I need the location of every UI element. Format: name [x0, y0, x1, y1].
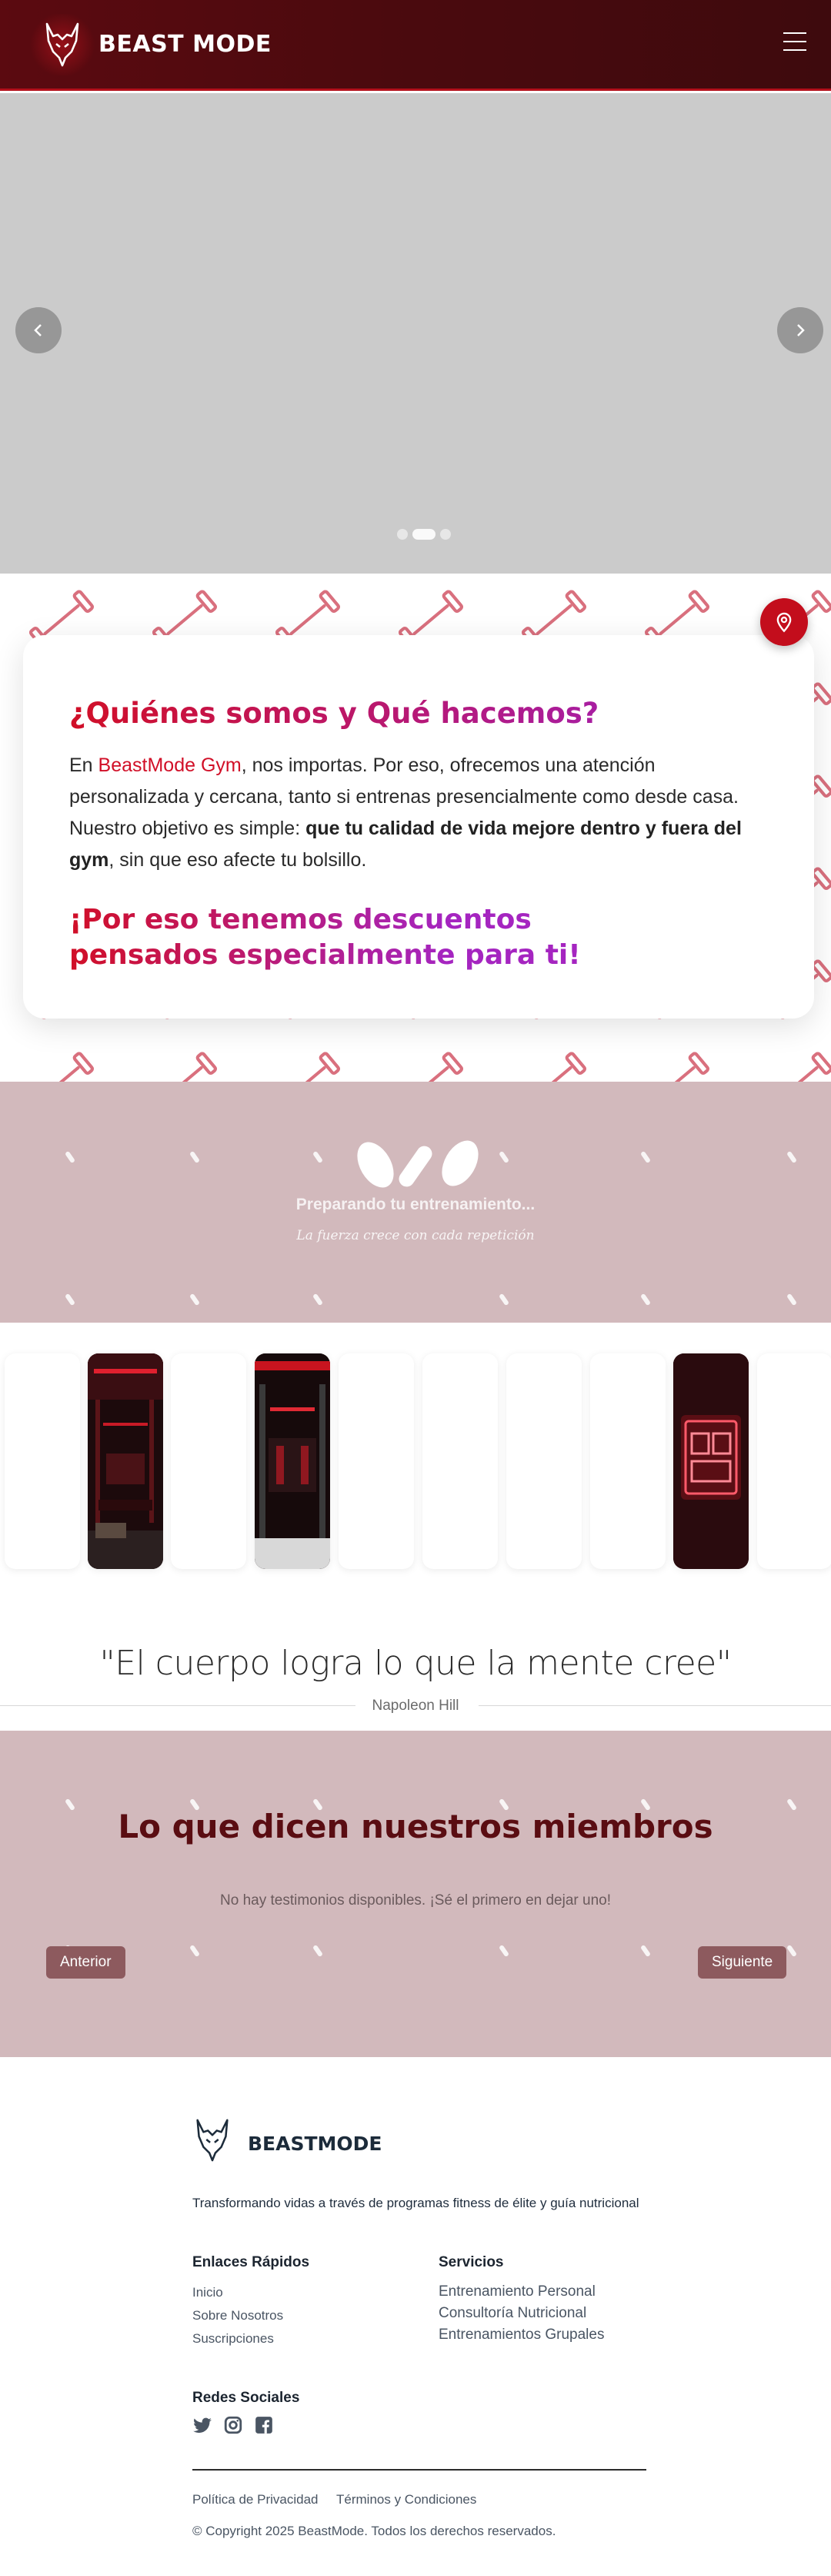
gallery-card-weights[interactable] [255, 1353, 330, 1569]
gym-gallery [0, 1323, 831, 1611]
decorative-streak [639, 1944, 652, 1958]
decorative-streak [639, 1293, 652, 1306]
privacy-policy-link[interactable]: Política de Privacidad [192, 2492, 318, 2507]
decorative-streak [189, 1150, 201, 1164]
gym-photo [88, 1353, 163, 1569]
site-footer: BEASTMODE Transformando vidas a través d… [0, 2057, 831, 2576]
gym-name: BeastMode Gym [98, 754, 242, 776]
footer-link-about[interactable]: Sobre Nosotros [192, 2308, 283, 2323]
loading-subtitle: La fuerza crece con cada repetición [296, 1228, 535, 1243]
chevron-right-icon [797, 324, 805, 336]
facebook-icon[interactable] [254, 2415, 274, 2435]
copyright-text: © Copyright 2025 BeastMode. Todos los de… [192, 2524, 556, 2538]
about-card: ¿Quiénes somos y Qué hacemos? En BeastMo… [23, 635, 814, 1019]
divider-line [479, 1705, 831, 1706]
hero-carousel [0, 93, 831, 574]
decorative-streak [639, 1150, 652, 1164]
about-description: En BeastMode Gym, nos importas. Por eso,… [69, 750, 768, 876]
wolf-logo-icon[interactable] [28, 14, 97, 75]
about-text-suffix: , sin que eso afecte tu bolsillo. [108, 849, 367, 871]
social-heading: Redes Sociales [192, 2390, 300, 2406]
discount-heading: ¡Por eso tenemos descuentos pensados esp… [69, 902, 608, 973]
gallery-card[interactable] [590, 1353, 666, 1569]
decorative-streak [312, 1944, 324, 1958]
hamburger-line [783, 49, 806, 51]
twitter-icon[interactable] [192, 2415, 212, 2435]
decorative-streak [189, 1293, 201, 1306]
decorative-streak [786, 1150, 798, 1164]
footer-link-subscriptions[interactable]: Suscripciones [192, 2331, 274, 2347]
testimonials-section: Lo que dicen nuestros miembros No hay te… [0, 1731, 831, 2057]
gallery-card[interactable] [422, 1353, 498, 1569]
gallery-card[interactable] [171, 1353, 246, 1569]
site-header: BEAST MODE [0, 0, 831, 91]
about-title: ¿Quiénes somos y Qué hacemos? [69, 697, 768, 730]
quick-links-heading: Enlaces Rápidos [192, 2254, 310, 2270]
chevron-left-icon [34, 324, 42, 336]
wolf-logo-icon[interactable] [192, 2117, 232, 2167]
quote-text: "El cuerpo logra lo que la mente cree" [99, 1644, 732, 1683]
hamburger-line [783, 32, 806, 34]
decorative-streak [64, 1150, 76, 1164]
decorative-streak [189, 1944, 201, 1958]
footer-tagline: Transformando vidas a través de programa… [192, 2196, 639, 2210]
instagram-icon[interactable] [223, 2415, 243, 2435]
footer-service-personal-training[interactable]: Entrenamiento Personal [439, 2283, 596, 2300]
quote-section: "El cuerpo logra lo que la mente cree" N… [0, 1611, 831, 1731]
decorative-streak [786, 1293, 798, 1306]
footer-brand: BEASTMODE [248, 2133, 382, 2155]
location-button[interactable] [760, 598, 808, 646]
gallery-card[interactable] [339, 1353, 414, 1569]
previous-button[interactable]: Anterior [46, 1946, 125, 1979]
gym-photo [255, 1353, 330, 1569]
carousel-dot[interactable] [440, 529, 451, 540]
gallery-card-neon-sign[interactable] [673, 1353, 749, 1569]
carousel-dot-active[interactable] [412, 529, 436, 540]
decorative-streak [786, 1944, 798, 1958]
carousel-prev-button[interactable] [15, 307, 62, 353]
loading-title: Preparando tu entrenamiento... [295, 1196, 536, 1213]
decorative-streak [312, 1150, 324, 1164]
footer-divider [192, 2469, 646, 2471]
map-pin-icon [776, 612, 792, 633]
carousel-next-button[interactable] [777, 307, 823, 353]
loading-section: Preparando tu entrenamiento... La fuerza… [0, 1082, 831, 1323]
terms-conditions-link[interactable]: Términos y Condiciones [336, 2492, 476, 2507]
testimonials-title: Lo que dicen nuestros miembros [118, 1808, 713, 1845]
hamburger-line [783, 41, 806, 42]
footer-service-nutrition[interactable]: Consultoría Nutricional [439, 2305, 586, 2322]
gallery-card[interactable] [5, 1353, 80, 1569]
services-heading: Servicios [439, 2254, 504, 2270]
menu-toggle-button[interactable] [783, 32, 808, 52]
gallery-card-gym-floor[interactable] [88, 1353, 163, 1569]
brand-name[interactable]: BEAST MODE [98, 31, 272, 58]
about-text-prefix: En [69, 754, 98, 776]
empty-testimonials-message: No hay testimonios disponibles. ¡Sé el p… [220, 1892, 611, 1909]
decorative-streak [498, 1293, 510, 1306]
footer-service-group-training[interactable]: Entrenamientos Grupales [439, 2327, 604, 2343]
decorative-streak [64, 1293, 76, 1306]
gym-photo [673, 1353, 749, 1569]
decorative-streak [312, 1293, 324, 1306]
quote-author: Napoleon Hill [372, 1698, 459, 1714]
decorative-streak [498, 1150, 510, 1164]
footer-link-home[interactable]: Inicio [192, 2285, 223, 2300]
next-button[interactable]: Siguiente [698, 1946, 787, 1979]
dumbbell-loading-icon [357, 1140, 479, 1188]
about-section: ¿Quiénes somos y Qué hacemos? En BeastMo… [0, 574, 831, 1082]
decorative-streak [498, 1944, 510, 1958]
carousel-dot[interactable] [397, 529, 408, 540]
gallery-card[interactable] [506, 1353, 582, 1569]
carousel-indicators [397, 529, 451, 540]
gallery-card[interactable] [757, 1353, 831, 1569]
